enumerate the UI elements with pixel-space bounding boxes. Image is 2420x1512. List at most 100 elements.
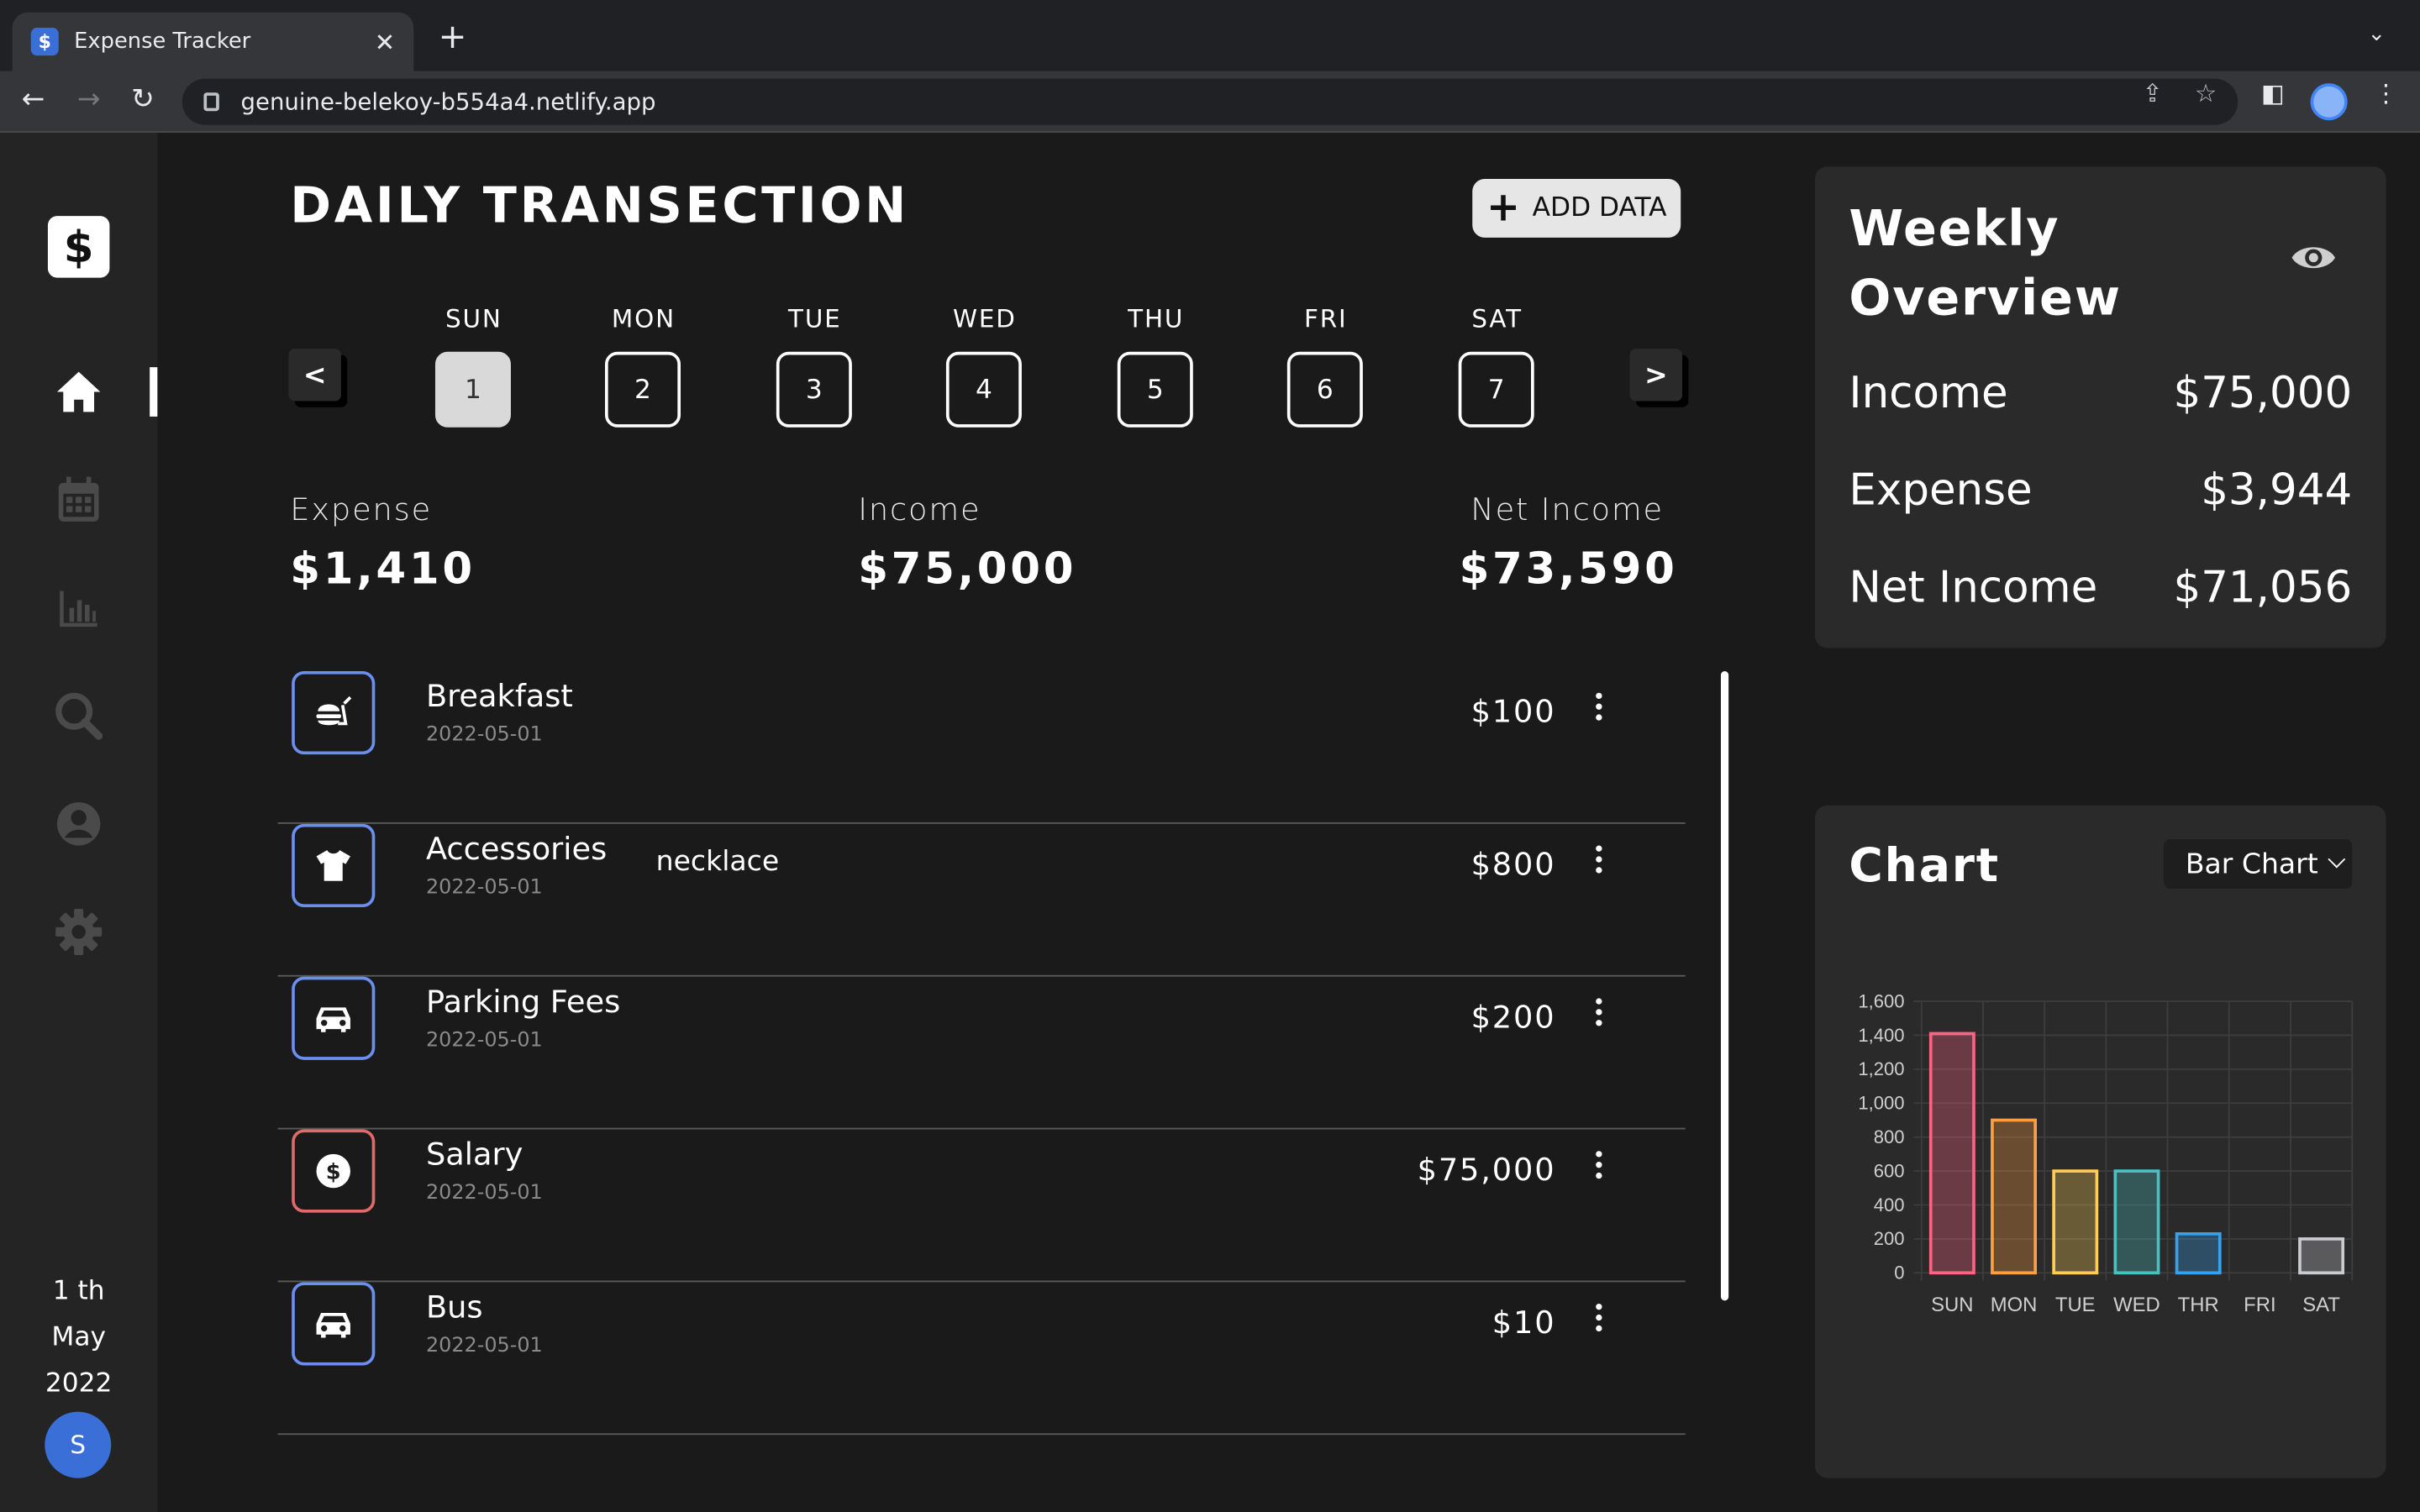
transaction-amount: $100 bbox=[1470, 692, 1556, 730]
day-number-button[interactable]: 6 bbox=[1286, 351, 1363, 428]
day-name: SAT bbox=[1471, 303, 1523, 333]
date-month: May bbox=[51, 1322, 106, 1353]
scrollbar[interactable] bbox=[1720, 670, 1729, 1301]
side-panel-icon[interactable]: ◧ bbox=[2261, 79, 2285, 108]
url-text: genuine-belekoy-b554a4.netlify.app bbox=[240, 87, 656, 116]
date-year: 2022 bbox=[45, 1368, 113, 1399]
search-icon[interactable] bbox=[51, 688, 107, 743]
bookmark-star-icon[interactable]: ☆ bbox=[2195, 79, 2217, 108]
overview-expense-row: Expense $3,944 bbox=[1849, 465, 2352, 516]
transaction-row[interactable]: Bus 2022-05-01 $10 bbox=[277, 1282, 1686, 1436]
weekly-overview-panel: Weekly Overview Income $75,000 Expense $… bbox=[1815, 166, 2386, 648]
more-options-icon[interactable] bbox=[1593, 843, 1606, 883]
add-data-button[interactable]: + ADD DATA bbox=[1472, 179, 1681, 238]
day-6[interactable]: SAT 7 bbox=[1458, 303, 1536, 428]
tab-close-icon[interactable]: ✕ bbox=[375, 27, 396, 56]
bar-mon bbox=[1991, 1118, 2038, 1275]
address-bar[interactable]: genuine-belekoy-b554a4.netlify.app bbox=[182, 78, 2238, 125]
day-number-button[interactable]: 5 bbox=[1117, 351, 1193, 428]
day-number-button[interactable]: 2 bbox=[605, 351, 681, 428]
income-label: Income bbox=[858, 491, 981, 528]
bar-tue bbox=[2052, 1169, 2099, 1275]
next-week-button[interactable]: > bbox=[1629, 349, 1683, 402]
browser-menu-icon[interactable]: ⋮ bbox=[2374, 79, 2398, 108]
tab-search-chevron-icon[interactable]: ⌄ bbox=[2368, 22, 2386, 46]
day-3[interactable]: WED 4 bbox=[945, 304, 1023, 428]
overview-net-value: $71,056 bbox=[2173, 561, 2353, 613]
more-options-icon[interactable] bbox=[1593, 995, 1606, 1036]
bar-thr bbox=[2175, 1232, 2222, 1275]
x-tick-label: FRI bbox=[2244, 1294, 2275, 1316]
more-options-icon[interactable] bbox=[1593, 690, 1606, 730]
browser-tabbar: $ Expense Tracker ✕ + ⌄ bbox=[0, 0, 2420, 71]
day-name: FRI bbox=[1303, 303, 1348, 333]
eye-icon[interactable] bbox=[2291, 241, 2337, 281]
overview-title-line1: Weekly bbox=[1849, 198, 2060, 258]
day-number-button[interactable]: 4 bbox=[945, 351, 1022, 428]
transaction-row[interactable]: Breakfast 2022-05-01 $100 bbox=[277, 670, 1686, 824]
y-tick-label: 800 bbox=[1874, 1126, 1905, 1147]
chart-title: Chart bbox=[1849, 839, 2000, 894]
chart-type-select[interactable]: Bar Chart bbox=[2164, 839, 2353, 889]
day-number-button[interactable]: 7 bbox=[1458, 351, 1534, 428]
transaction-row[interactable]: Parking Fees 2022-05-01 $200 bbox=[277, 976, 1686, 1130]
transaction-name: Accessories bbox=[425, 830, 608, 868]
transaction-date: 2022-05-01 bbox=[425, 876, 543, 900]
bar-wed bbox=[2113, 1169, 2160, 1275]
prev-week-button[interactable]: < bbox=[288, 349, 341, 402]
transaction-row[interactable]: $ Salary 2022-05-01 $75,000 bbox=[277, 1129, 1686, 1283]
settings-icon[interactable] bbox=[51, 904, 107, 959]
x-tick-label: THR bbox=[2178, 1294, 2219, 1316]
home-icon[interactable] bbox=[51, 364, 107, 419]
car-icon bbox=[292, 976, 376, 1060]
expense-value: $1,410 bbox=[290, 543, 476, 595]
y-tick-label: 600 bbox=[1874, 1160, 1905, 1181]
reload-icon[interactable]: ↻ bbox=[131, 83, 155, 117]
transaction-row[interactable]: Accessories 2022-05-01 necklace $800 bbox=[277, 823, 1686, 977]
expense-label: Expense bbox=[290, 491, 433, 528]
overview-net-row: Net Income $71,056 bbox=[1849, 562, 2352, 613]
date-day: 1 th bbox=[52, 1275, 105, 1307]
transaction-name: Salary bbox=[425, 1135, 523, 1173]
transaction-amount: $75,000 bbox=[1417, 1151, 1556, 1189]
new-tab-icon[interactable]: + bbox=[439, 21, 467, 55]
net-income-value: $73,590 bbox=[1459, 543, 1678, 595]
day-4[interactable]: THU 5 bbox=[1117, 303, 1195, 428]
y-tick-label: 1,600 bbox=[1858, 990, 1904, 1011]
overview-net-label: Net Income bbox=[1849, 561, 2098, 613]
favicon: $ bbox=[30, 28, 59, 56]
more-options-icon[interactable] bbox=[1593, 1300, 1606, 1341]
day-1[interactable]: MON 2 bbox=[605, 304, 682, 428]
more-options-icon[interactable] bbox=[1593, 1148, 1606, 1189]
day-number-button[interactable]: 1 bbox=[434, 351, 511, 428]
forward-icon[interactable]: → bbox=[77, 83, 101, 117]
transaction-name: Breakfast bbox=[425, 677, 573, 715]
day-name: MON bbox=[611, 303, 676, 333]
transaction-note: necklace bbox=[655, 845, 780, 879]
day-2[interactable]: TUE 3 bbox=[776, 304, 854, 428]
browser-tab[interactable]: $ Expense Tracker ✕ bbox=[12, 12, 414, 71]
calendar-icon[interactable] bbox=[51, 472, 107, 528]
x-tick-label: MON bbox=[1991, 1294, 2038, 1316]
user-avatar[interactable]: S bbox=[45, 1411, 112, 1478]
overview-title: Weekly Overview bbox=[1849, 194, 2121, 333]
user-icon[interactable] bbox=[51, 796, 107, 852]
net-income-label: Net Income bbox=[1470, 491, 1665, 528]
overview-income-value: $75,000 bbox=[2173, 367, 2353, 418]
transaction-amount: $10 bbox=[1491, 1304, 1556, 1341]
day-number-button[interactable]: 3 bbox=[776, 351, 852, 428]
day-5[interactable]: FRI 6 bbox=[1286, 303, 1365, 428]
page-root: $ Expense Tracker ✕ + ⌄ ← → ↻ genuine-be… bbox=[0, 0, 2420, 1512]
day-name: TUE bbox=[788, 303, 842, 333]
back-icon[interactable]: ← bbox=[22, 83, 45, 117]
x-tick-label: SUN bbox=[1931, 1294, 1973, 1316]
profile-avatar-icon[interactable] bbox=[2310, 83, 2348, 121]
y-tick-label: 0 bbox=[1894, 1263, 1904, 1284]
bar-chart-icon[interactable] bbox=[51, 580, 107, 636]
day-name: THU bbox=[1128, 303, 1185, 333]
day-0[interactable]: SUN 1 bbox=[434, 304, 513, 428]
share-icon[interactable]: ⇪ bbox=[2142, 79, 2163, 108]
overview-expense-value: $3,944 bbox=[2201, 464, 2353, 516]
x-tick-label: WED bbox=[2113, 1294, 2160, 1316]
y-tick-label: 1,200 bbox=[1858, 1058, 1904, 1079]
